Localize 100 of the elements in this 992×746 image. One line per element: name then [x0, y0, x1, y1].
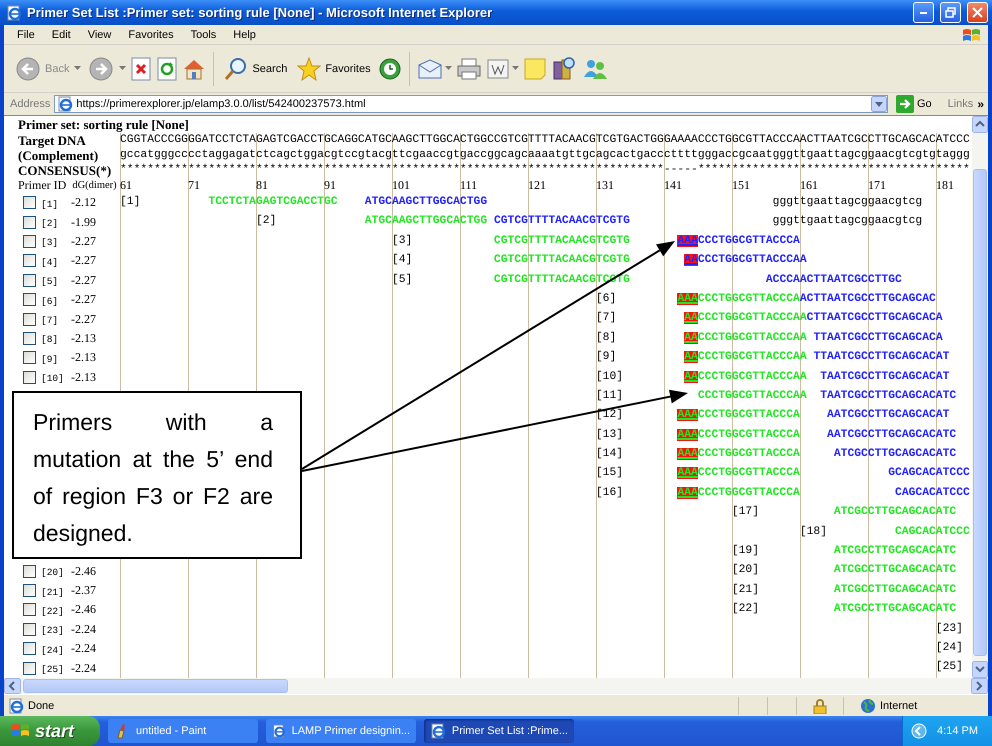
links-button[interactable]: Links: [948, 98, 974, 110]
favorites-button[interactable]: Favorites: [294, 54, 374, 82]
checkbox[interactable]: [23, 603, 36, 616]
checkbox[interactable]: [23, 642, 36, 656]
printer-icon[interactable]: [456, 56, 482, 80]
search-button[interactable]: Search: [221, 54, 290, 82]
checkbox[interactable]: [23, 584, 36, 597]
minimize-button[interactable]: [913, 2, 934, 23]
page-heading: Primer set: sorting rule [None]: [17, 116, 190, 133]
primer-sequence: CCCTGGCGTTACCCA: [698, 486, 800, 499]
mutation-highlight: AA: [684, 351, 698, 364]
row-label: (Complement): [18, 148, 98, 164]
primer-label: [13]: [596, 428, 624, 441]
primer-sequence: ATGCAAGCTTGGCACTGG: [364, 215, 488, 228]
primer-label: [22]: [732, 603, 760, 616]
position-tick: 61: [120, 178, 133, 193]
checkbox[interactable]: [23, 312, 36, 326]
url-text: https://primerexplorer.jp/elamp3.0.0/list/542400237573.html: [76, 98, 366, 110]
dg-value: -2.27: [71, 272, 96, 288]
checkbox[interactable]: [23, 662, 36, 675]
checkbox[interactable]: [23, 370, 36, 384]
mail-icon[interactable]: [416, 58, 443, 80]
close-icon: [972, 7, 983, 18]
position-tick: 101: [392, 178, 411, 193]
checkbox[interactable]: [23, 293, 36, 306]
research-icon[interactable]: [550, 56, 577, 82]
primer-label: [5]: [392, 274, 412, 286]
checkbox[interactable]: [23, 196, 36, 210]
menu-item[interactable]: View: [80, 28, 118, 40]
primer-label: [24]: [936, 642, 963, 654]
checkbox[interactable]: [23, 274, 36, 287]
menu-item[interactable]: Favorites: [121, 28, 181, 40]
caret-icon[interactable]: [444, 66, 452, 71]
menu-item[interactable]: Edit: [44, 28, 78, 40]
scroll-thumb[interactable]: [973, 169, 987, 656]
primer-id: [25]: [41, 663, 65, 676]
caret-icon[interactable]: [74, 66, 82, 71]
document-edit-icon[interactable]: [486, 58, 510, 80]
history-icon[interactable]: [378, 56, 402, 80]
checkbox[interactable]: [23, 254, 36, 268]
close-button[interactable]: [967, 2, 988, 23]
mutation-highlight: AAA: [677, 409, 698, 422]
checkbox[interactable]: [23, 351, 36, 364]
complement-sequence: gggttgaattagcggaacgtcg: [772, 196, 922, 208]
dg-value: -2.27: [71, 253, 96, 268]
primer-id: [7]: [41, 314, 60, 326]
checkbox[interactable]: [23, 622, 36, 636]
scroll-up-button[interactable]: [972, 116, 988, 133]
row-label: Target DNA: [18, 132, 86, 148]
position-tick: 171: [868, 178, 887, 193]
go-button[interactable]: Go: [892, 95, 936, 113]
position-tick: 131: [596, 178, 615, 193]
primer-sequence: CGTCGTTTTACAACGTCGTG: [494, 234, 630, 247]
column-header: dG(dimer): [72, 180, 117, 191]
scroll-right-button[interactable]: [971, 678, 988, 694]
dg-value: -2.12: [71, 195, 96, 210]
row-label: CONSENSUS(*): [18, 162, 112, 178]
primer-sequence: CCCTGGCGTTACCCAA: [698, 254, 807, 266]
chevron-button[interactable]: »: [977, 97, 984, 111]
caret-icon[interactable]: [119, 66, 126, 71]
primer-sequence: CGTCGTTTTACAACGTCGTG: [494, 254, 630, 266]
status-text: Done: [28, 700, 56, 712]
taskbar-button[interactable]: Primer Set List :Prime...: [424, 719, 574, 743]
checkbox[interactable]: [23, 234, 36, 248]
primer-label: [16]: [596, 486, 624, 499]
address-field[interactable]: https://primerexplorer.jp/elamp3.0.0/list/542400237573.html: [54, 95, 888, 113]
scroll-left-button[interactable]: [4, 678, 21, 694]
primer-id: [2]: [41, 217, 60, 230]
mutation-highlight: AAA: [677, 448, 698, 460]
search-icon: [224, 56, 248, 80]
checkbox[interactable]: [23, 332, 36, 345]
lock-icon: [813, 698, 827, 714]
refresh-icon[interactable]: [156, 56, 178, 80]
dropdown-icon[interactable]: [870, 96, 887, 112]
position-tick: 111: [460, 178, 478, 193]
dg-value: -2.13: [71, 370, 96, 385]
maximize-button[interactable]: [940, 2, 961, 23]
checkbox[interactable]: [23, 564, 36, 578]
stop-icon[interactable]: [130, 56, 152, 80]
menu-item[interactable]: File: [10, 28, 42, 40]
dg-value: -2.24: [71, 622, 96, 637]
taskbar-button[interactable]: untitled - Paint: [108, 719, 258, 743]
taskbar-button[interactable]: LAMP Primer designin...: [266, 719, 416, 743]
primer-id: [20]: [41, 566, 65, 578]
scroll-down-button[interactable]: [972, 661, 988, 678]
mutation-highlight: AAA: [677, 428, 698, 441]
primer-label: [8]: [596, 332, 616, 344]
primer-sequence: ATCGCCTTGCAGCACATC: [834, 545, 956, 558]
window-title: Primer Set List :Primer set: sorting rule [None] - Microsoft Internet Explorer: [27, 5, 494, 20]
scroll-thumb[interactable]: [23, 679, 288, 693]
position-tick: 161: [800, 178, 819, 193]
menu-item[interactable]: Tools: [184, 28, 224, 40]
start-button[interactable]: start: [0, 716, 100, 746]
menu-item[interactable]: Help: [226, 28, 263, 40]
caret-icon[interactable]: [512, 66, 519, 71]
primer-label: [12]: [596, 409, 624, 422]
checkbox[interactable]: [23, 216, 36, 229]
complement-sequence: gccatgggcccctaggagatctcagctggacgtccgtacgttcgaaccgtgaccggcagcaaaatgttgcagcactgacccttttgggaccgcaatgggttgaattagcggaacgtcgtgtaggg: [120, 148, 970, 163]
primer-id: [23]: [41, 624, 65, 636]
primer-label: [19]: [732, 545, 760, 558]
